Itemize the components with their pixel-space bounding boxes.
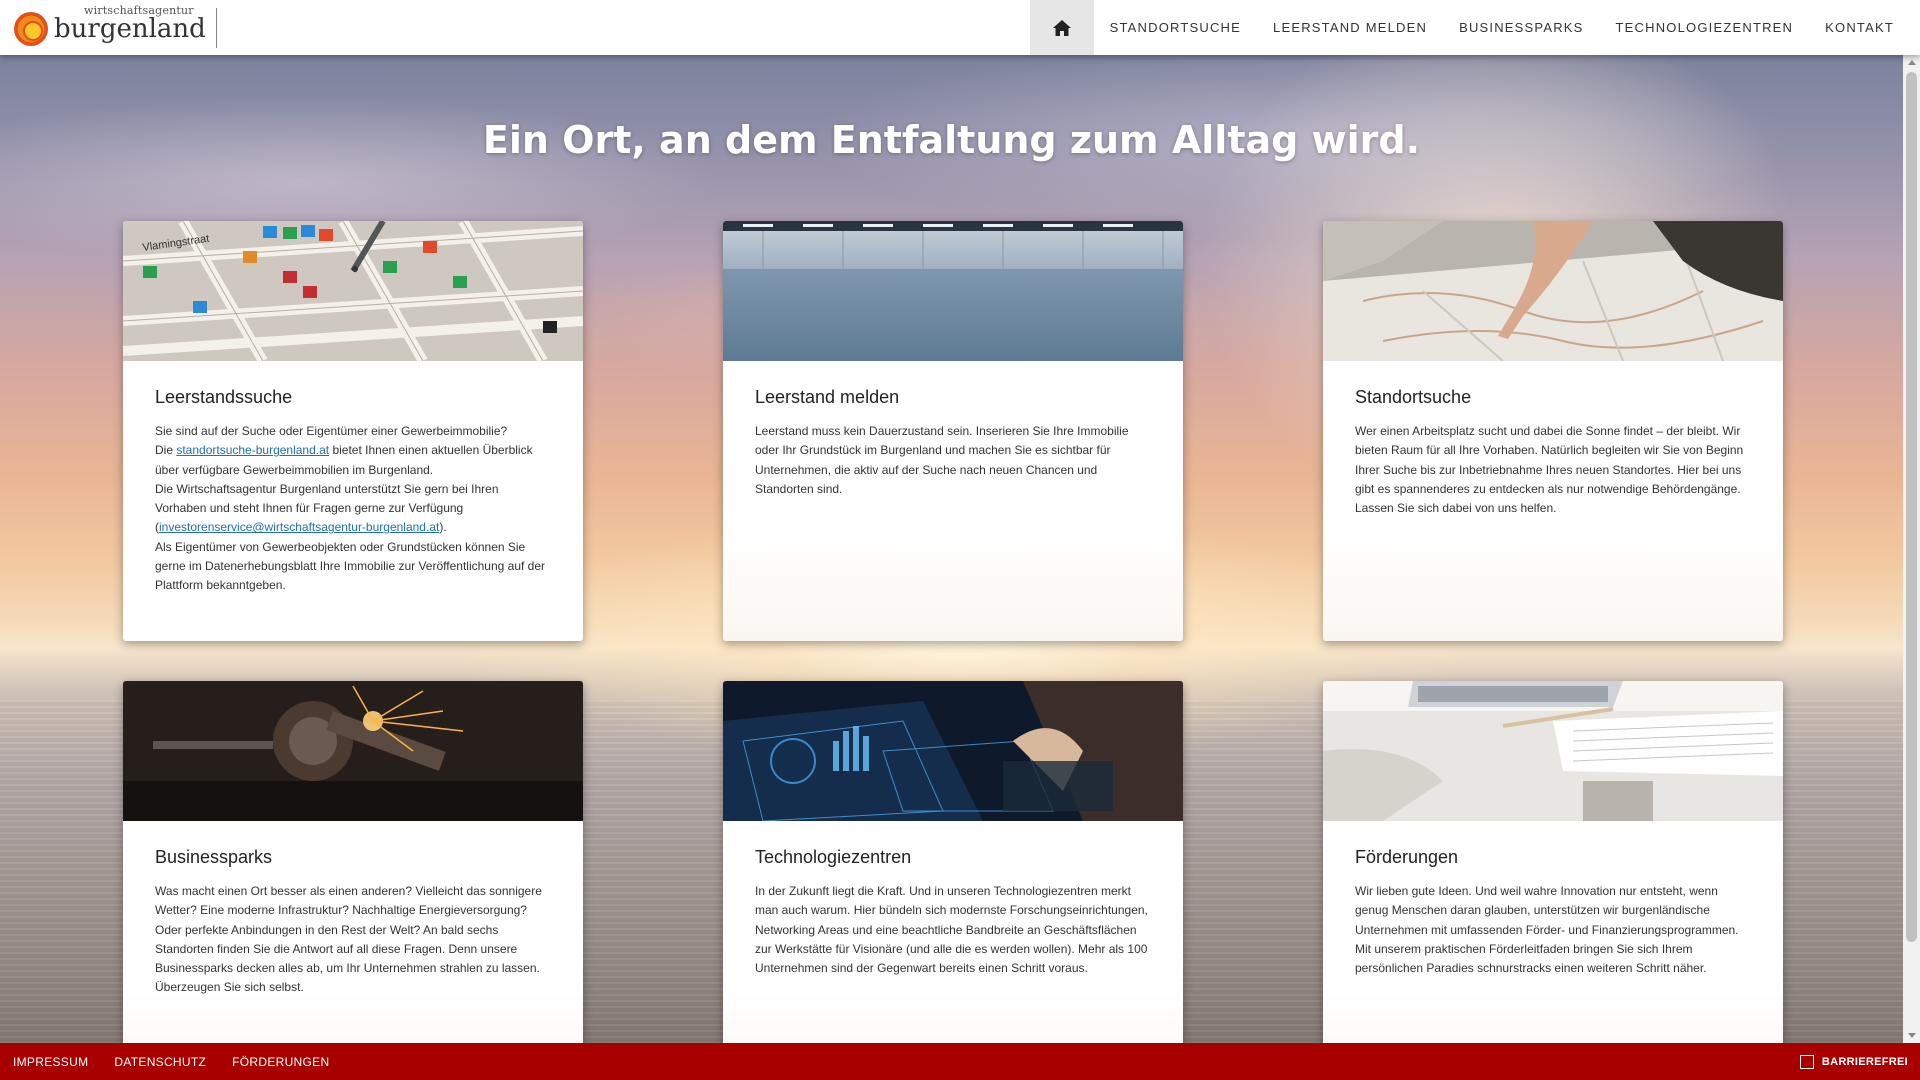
card-leerstand-melden[interactable]: Leerstand melden Leerstand muss kein Dau… xyxy=(723,221,1183,641)
nav-technologiezentren[interactable]: TECHNOLOGIEZENTREN xyxy=(1600,0,1810,55)
scroll-down-icon[interactable] xyxy=(1908,1033,1916,1038)
card-text: Was macht einen Ort besser als einen and… xyxy=(155,884,542,995)
checkbox-icon[interactable] xyxy=(1799,1054,1814,1069)
sun-logo-icon xyxy=(14,12,48,46)
card-title: Leerstand melden xyxy=(755,387,900,407)
card-title: Förderungen xyxy=(1355,847,1459,867)
logo-main-text: burgenland xyxy=(54,14,206,44)
main-nav: STANDORTSUCHE LEERSTAND MELDEN BUSINESSP… xyxy=(1029,0,1910,55)
hero-title: Ein Ort, an dem Entfaltung zum Alltag wi… xyxy=(482,118,1421,162)
footer-bar: IMPRESSUM DATENSCHUTZ FÖRDERUNGEN BARRIE… xyxy=(0,1043,1920,1080)
accessibility-label: BARRIEREFREI xyxy=(1821,1055,1908,1068)
nav-home[interactable] xyxy=(1029,0,1094,55)
card-text: Wer einen Arbeitsplatz sucht und dabei d… xyxy=(1355,424,1744,516)
card-foerderungen[interactable]: Förderungen Wir lieben gute Ideen. Und w… xyxy=(1323,681,1783,1080)
nav-kontakt[interactable]: KONTAKT xyxy=(1809,0,1910,55)
card-technologiezentren[interactable]: Technologiezentren In der Zukunft liegt … xyxy=(723,681,1183,1080)
card-text: Sie sind auf der Suche oder Eigentümer e… xyxy=(155,424,546,593)
card-image-welding xyxy=(123,681,583,821)
card-businessparks[interactable]: Businessparks Was macht einen Ort besser… xyxy=(123,681,583,1080)
card-image-technology xyxy=(723,681,1183,821)
card-image-warehouse xyxy=(723,221,1183,361)
nav-leerstand-melden[interactable]: LEERSTAND MELDEN xyxy=(1257,0,1443,55)
logo[interactable]: wirtschaftsagentur burgenland xyxy=(14,4,214,50)
card-image-map: Vlamingstraat xyxy=(123,221,583,361)
card-title: Businessparks xyxy=(155,847,273,867)
logo-divider xyxy=(216,8,217,48)
nav-businessparks[interactable]: BUSINESSPARKS xyxy=(1443,0,1599,55)
footer-link-datenschutz[interactable]: DATENSCHUTZ xyxy=(101,1055,219,1069)
card-title: Standortsuche xyxy=(1355,387,1472,407)
link-email-investorenservice[interactable]: investorenservice@wirtschaftsagentur-bur… xyxy=(159,520,439,534)
footer-link-impressum[interactable]: IMPRESSUM xyxy=(0,1055,101,1069)
card-text: Wir lieben gute Ideen. Und weil wahre In… xyxy=(1355,884,1739,976)
card-text: Leerstand muss kein Dauerzustand sein. I… xyxy=(755,424,1129,496)
accessibility-toggle[interactable]: BARRIEREFREI xyxy=(1799,1043,1908,1080)
scroll-up-icon[interactable] xyxy=(1908,60,1916,65)
card-title: Leerstandssuche xyxy=(155,387,293,407)
nav-standortsuche[interactable]: STANDORTSUCHE xyxy=(1094,0,1257,55)
top-header: wirtschaftsagentur burgenland STANDORTSU… xyxy=(0,0,1920,55)
card-standortsuche[interactable]: Standortsuche Wer einen Arbeitsplatz suc… xyxy=(1323,221,1783,641)
link-standortsuche[interactable]: standortsuche-burgenland.at xyxy=(176,443,329,457)
footer-link-foerderungen[interactable]: FÖRDERUNGEN xyxy=(219,1055,342,1069)
card-image-desk xyxy=(1323,681,1783,821)
scrollbar-thumb[interactable] xyxy=(1906,72,1917,942)
card-leerstandssuche[interactable]: Vlamingstraat Leerstandssuche Sie sind a… xyxy=(123,221,583,641)
card-text: In der Zukunft liegt die Kraft. Und in u… xyxy=(755,884,1148,976)
home-icon xyxy=(1052,19,1071,36)
card-title: Technologiezentren xyxy=(755,847,912,867)
card-image-map-pointing xyxy=(1323,221,1783,361)
